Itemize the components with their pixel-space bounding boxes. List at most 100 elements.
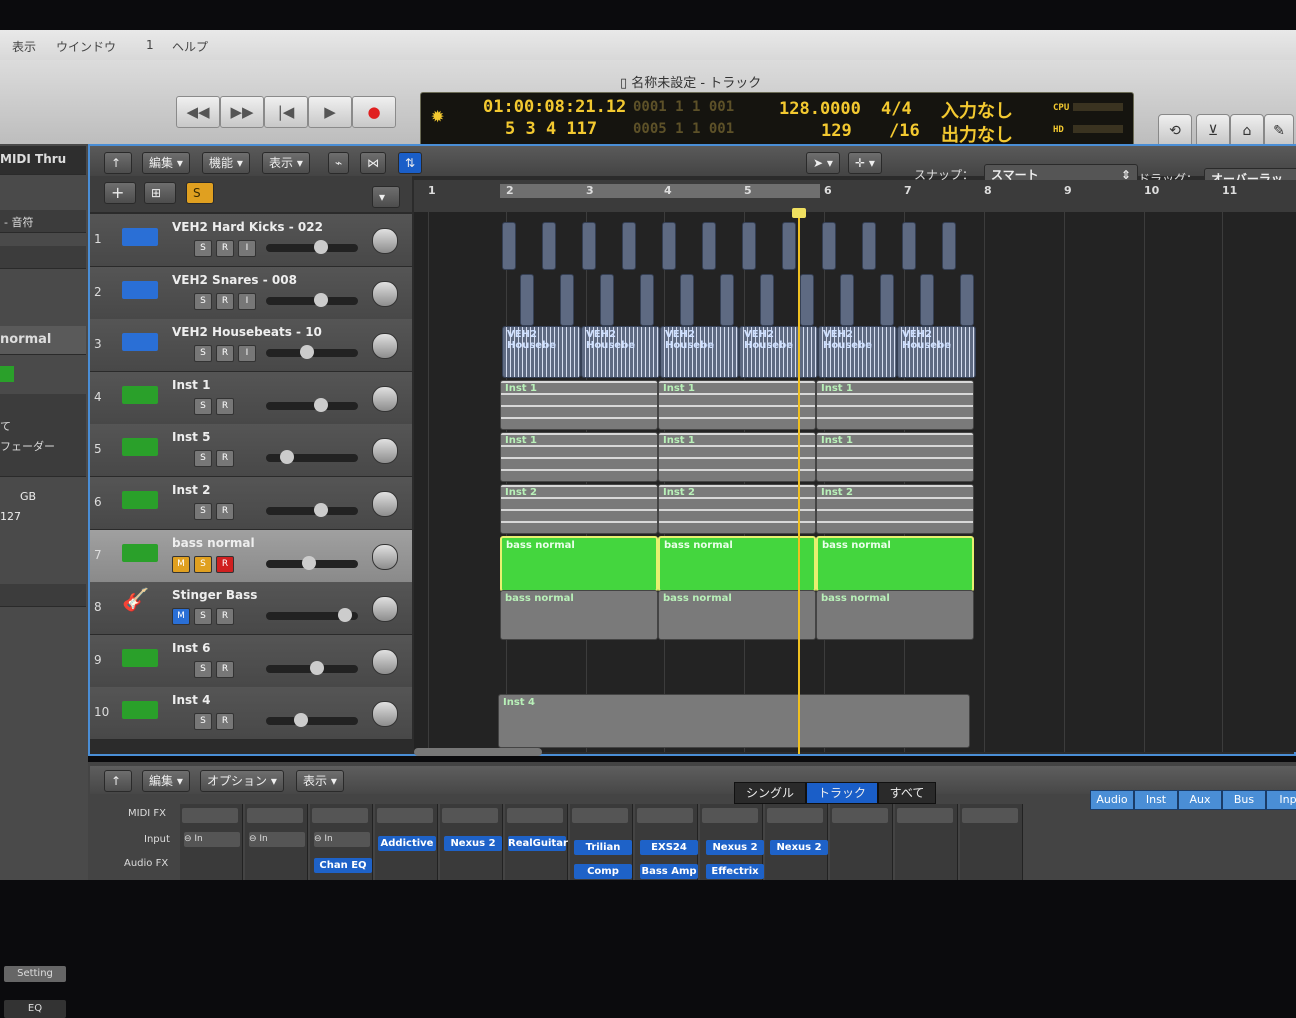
bass-normal-region-selected[interactable]: bass normal bbox=[816, 536, 974, 592]
mixer-up-arrow-icon[interactable]: ↑ bbox=[104, 770, 132, 792]
kick-hit[interactable] bbox=[822, 222, 836, 270]
instrument-plugin-slot[interactable]: Nexus 2 bbox=[706, 840, 764, 855]
volume-fader[interactable] bbox=[266, 240, 358, 254]
snare-hit[interactable] bbox=[840, 274, 854, 326]
track-header[interactable]: 1 VEH2 Hard Kicks - 022 S R I bbox=[90, 214, 412, 267]
global-solo-button[interactable]: S bbox=[186, 182, 214, 204]
kick-hit[interactable] bbox=[862, 222, 876, 270]
snare-hit[interactable] bbox=[880, 274, 894, 326]
input-monitor-button[interactable]: I bbox=[238, 292, 256, 310]
snare-hit[interactable] bbox=[560, 274, 574, 326]
input-slot[interactable]: ⊖ In bbox=[249, 832, 305, 847]
track-name[interactable]: VEH2 Snares - 008 bbox=[172, 273, 297, 287]
kick-hit[interactable] bbox=[742, 222, 756, 270]
solo-button[interactable]: S bbox=[194, 713, 212, 731]
fader-knob[interactable] bbox=[338, 608, 352, 623]
instrument-plugin-slot[interactable]: RealGuitar bbox=[508, 836, 568, 851]
track-header[interactable]: 5 Inst 5 SR bbox=[90, 424, 412, 478]
pan-knob[interactable] bbox=[372, 438, 398, 465]
pointer-tool[interactable]: ➤ ▾ bbox=[806, 152, 840, 174]
track-name[interactable]: Inst 1 bbox=[172, 378, 210, 392]
record-enable-button[interactable]: R bbox=[216, 713, 234, 731]
midi-thru-header[interactable]: MIDI Thru bbox=[0, 146, 86, 175]
snare-hit[interactable] bbox=[720, 274, 734, 326]
instrument-plugin-slot[interactable]: Trilian bbox=[574, 840, 632, 855]
volume-fader[interactable] bbox=[266, 292, 358, 307]
midi-fx-slot[interactable] bbox=[832, 808, 888, 823]
flex-icon[interactable]: ⋈ bbox=[360, 152, 386, 174]
midi-fx-slot[interactable] bbox=[637, 808, 693, 823]
solo-button[interactable]: S bbox=[194, 345, 212, 363]
rewind-button[interactable]: ◀◀ bbox=[176, 96, 220, 128]
solo-button[interactable]: S bbox=[194, 397, 212, 415]
record-enable-button[interactable]: R bbox=[216, 450, 234, 468]
menu-view[interactable]: 表示 bbox=[12, 38, 36, 55]
kick-hit[interactable] bbox=[662, 222, 676, 270]
fader-knob[interactable] bbox=[302, 555, 316, 570]
instrument-plugin-slot[interactable]: Nexus 2 bbox=[444, 836, 502, 851]
midi-region[interactable]: Inst 1 bbox=[816, 432, 974, 482]
mixer-edit-menu[interactable]: 編集 ▾ bbox=[142, 770, 190, 792]
lcd-display[interactable]: ✹ 01:00:08:21.12 5 3 4 117 0001 1 1 001 … bbox=[420, 92, 1134, 148]
midi-fx-slot[interactable] bbox=[377, 808, 433, 823]
go-to-start-button[interactable]: |◀ bbox=[264, 96, 308, 128]
midi-fx-slot[interactable] bbox=[702, 808, 758, 823]
solo-button[interactable]: S bbox=[194, 450, 212, 468]
automation-icon[interactable]: ⌁ bbox=[328, 152, 350, 174]
midi-fx-slot[interactable] bbox=[442, 808, 498, 823]
track-header[interactable]: 10 Inst 4 SR bbox=[90, 687, 412, 741]
midi-fx-slot[interactable] bbox=[572, 808, 628, 823]
solo-button[interactable]: S bbox=[194, 292, 212, 310]
bass-normal-region[interactable]: bass normal bbox=[658, 590, 816, 640]
instrument-plugin-slot[interactable]: EXS24 bbox=[640, 840, 698, 855]
forward-button[interactable]: ▶▶ bbox=[220, 96, 264, 128]
track-header[interactable]: 7 bass normal M S R bbox=[90, 529, 412, 583]
midi-fx-slot[interactable] bbox=[897, 808, 953, 823]
fader-knob[interactable] bbox=[314, 240, 328, 254]
mixer-filter-button[interactable]: Bus bbox=[1222, 790, 1266, 810]
record-button[interactable]: ● bbox=[352, 96, 396, 128]
pan-knob[interactable] bbox=[372, 543, 398, 570]
blank-row[interactable] bbox=[0, 246, 86, 269]
bass-normal-region-selected[interactable]: bass normal bbox=[500, 536, 658, 592]
pan-knob[interactable] bbox=[372, 385, 398, 412]
midi-region[interactable]: Inst 2 bbox=[816, 484, 974, 534]
fader-knob[interactable] bbox=[310, 660, 324, 675]
kick-hit[interactable] bbox=[782, 222, 796, 270]
catch-icon[interactable]: ⇅ bbox=[398, 152, 423, 174]
solo-button[interactable]: S bbox=[194, 240, 212, 257]
volume-fader[interactable] bbox=[266, 397, 358, 412]
cycle-icon[interactable]: ⟲ bbox=[1158, 114, 1192, 148]
fader-knob[interactable] bbox=[314, 503, 328, 517]
midi-region[interactable]: Inst 2 bbox=[500, 484, 658, 534]
track-menu-icon[interactable]: ▾ bbox=[372, 186, 400, 208]
midi-region[interactable]: Inst 1 bbox=[500, 380, 658, 430]
pan-knob[interactable] bbox=[372, 280, 398, 307]
function-menu[interactable]: 機能 ▾ bbox=[202, 152, 250, 174]
volume-fader[interactable] bbox=[266, 503, 358, 517]
pan-knob[interactable] bbox=[372, 701, 398, 728]
track-name[interactable]: Inst 5 bbox=[172, 430, 210, 444]
track-header[interactable]: 9 Inst 6 SR bbox=[90, 634, 412, 688]
mixer-filter-button[interactable]: Inp bbox=[1266, 790, 1296, 810]
midi-fx-slot[interactable] bbox=[182, 808, 238, 823]
pan-knob[interactable] bbox=[372, 648, 398, 675]
track-header[interactable]: 6 Inst 2 SR bbox=[90, 477, 412, 530]
track-name[interactable]: bass normal bbox=[172, 536, 255, 550]
solo-button[interactable]: S bbox=[194, 503, 212, 520]
pencil-icon[interactable]: ✎ bbox=[1264, 114, 1294, 148]
track-name[interactable]: Stinger Bass bbox=[172, 588, 257, 602]
record-enable-button[interactable]: R bbox=[216, 240, 234, 257]
housebeats-region[interactable]: VEH2 Housebe bbox=[897, 326, 976, 378]
input-monitor-button[interactable]: I bbox=[238, 345, 256, 363]
track-header[interactable]: 3 VEH2 Housebeats - 10 S R I bbox=[90, 319, 412, 373]
metronome-icon[interactable]: ⌂ bbox=[1230, 114, 1264, 148]
solo-button[interactable]: S bbox=[194, 555, 212, 573]
mute-button[interactable]: M bbox=[172, 555, 190, 573]
record-enable-button[interactable]: R bbox=[216, 608, 234, 626]
track-name[interactable]: Inst 6 bbox=[172, 641, 210, 655]
fader-knob[interactable] bbox=[294, 713, 308, 728]
view-menu[interactable]: 表示 ▾ bbox=[262, 152, 310, 174]
kick-hit[interactable] bbox=[902, 222, 916, 270]
track-name[interactable]: Inst 4 bbox=[172, 693, 210, 707]
